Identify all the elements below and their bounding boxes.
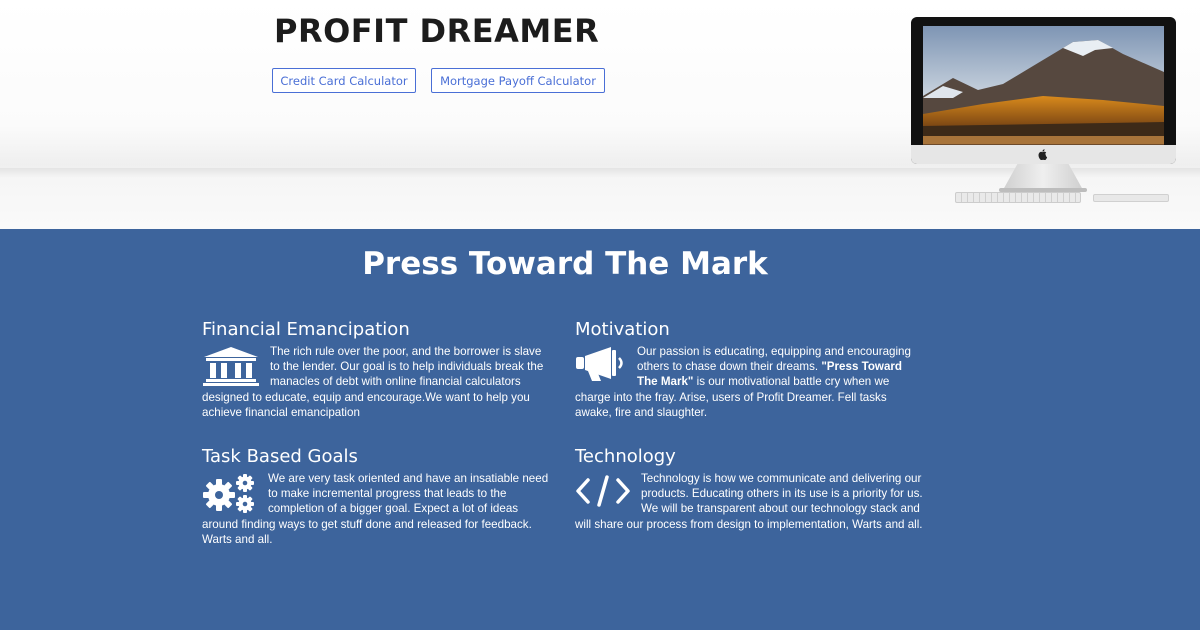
code-icon: [576, 475, 630, 507]
keyboard-illustration: [955, 192, 1081, 203]
feature-motivation: Motivation Our passion is educating, equ…: [575, 320, 925, 420]
credit-card-calculator-button[interactable]: Credit Card Calculator: [272, 68, 416, 93]
feature-task-based-goals: Task Based Goals We are very task orient…: [202, 447, 552, 547]
site-logo[interactable]: PROFIT DREAMER: [274, 12, 599, 50]
hero-banner: PROFIT DREAMER Credit Card Calculator Mo…: [0, 0, 1200, 229]
feature-financial-emancipation: Financial Emancipation The rich rule ove…: [202, 320, 552, 420]
bank-icon: [203, 347, 259, 386]
apple-logo-icon: [1038, 149, 1048, 160]
mortgage-payoff-calculator-button[interactable]: Mortgage Payoff Calculator: [431, 68, 605, 93]
megaphone-icon: [576, 347, 623, 381]
feature-title: Financial Emancipation: [202, 319, 410, 340]
trackpad-illustration: [1093, 194, 1169, 202]
feature-title: Task Based Goals: [202, 446, 358, 467]
imac-illustration: [911, 17, 1176, 207]
monitor-screen: [923, 26, 1164, 154]
section-title: Press Toward The Mark: [362, 246, 768, 282]
feature-text: Our passion is educating, equipping and …: [575, 344, 925, 420]
monitor-stand: [1003, 164, 1083, 190]
gears-icon: [203, 474, 254, 513]
feature-title: Motivation: [575, 319, 670, 340]
feature-technology: Technology Technology is how we communic…: [575, 447, 925, 532]
feature-title: Technology: [575, 446, 676, 467]
